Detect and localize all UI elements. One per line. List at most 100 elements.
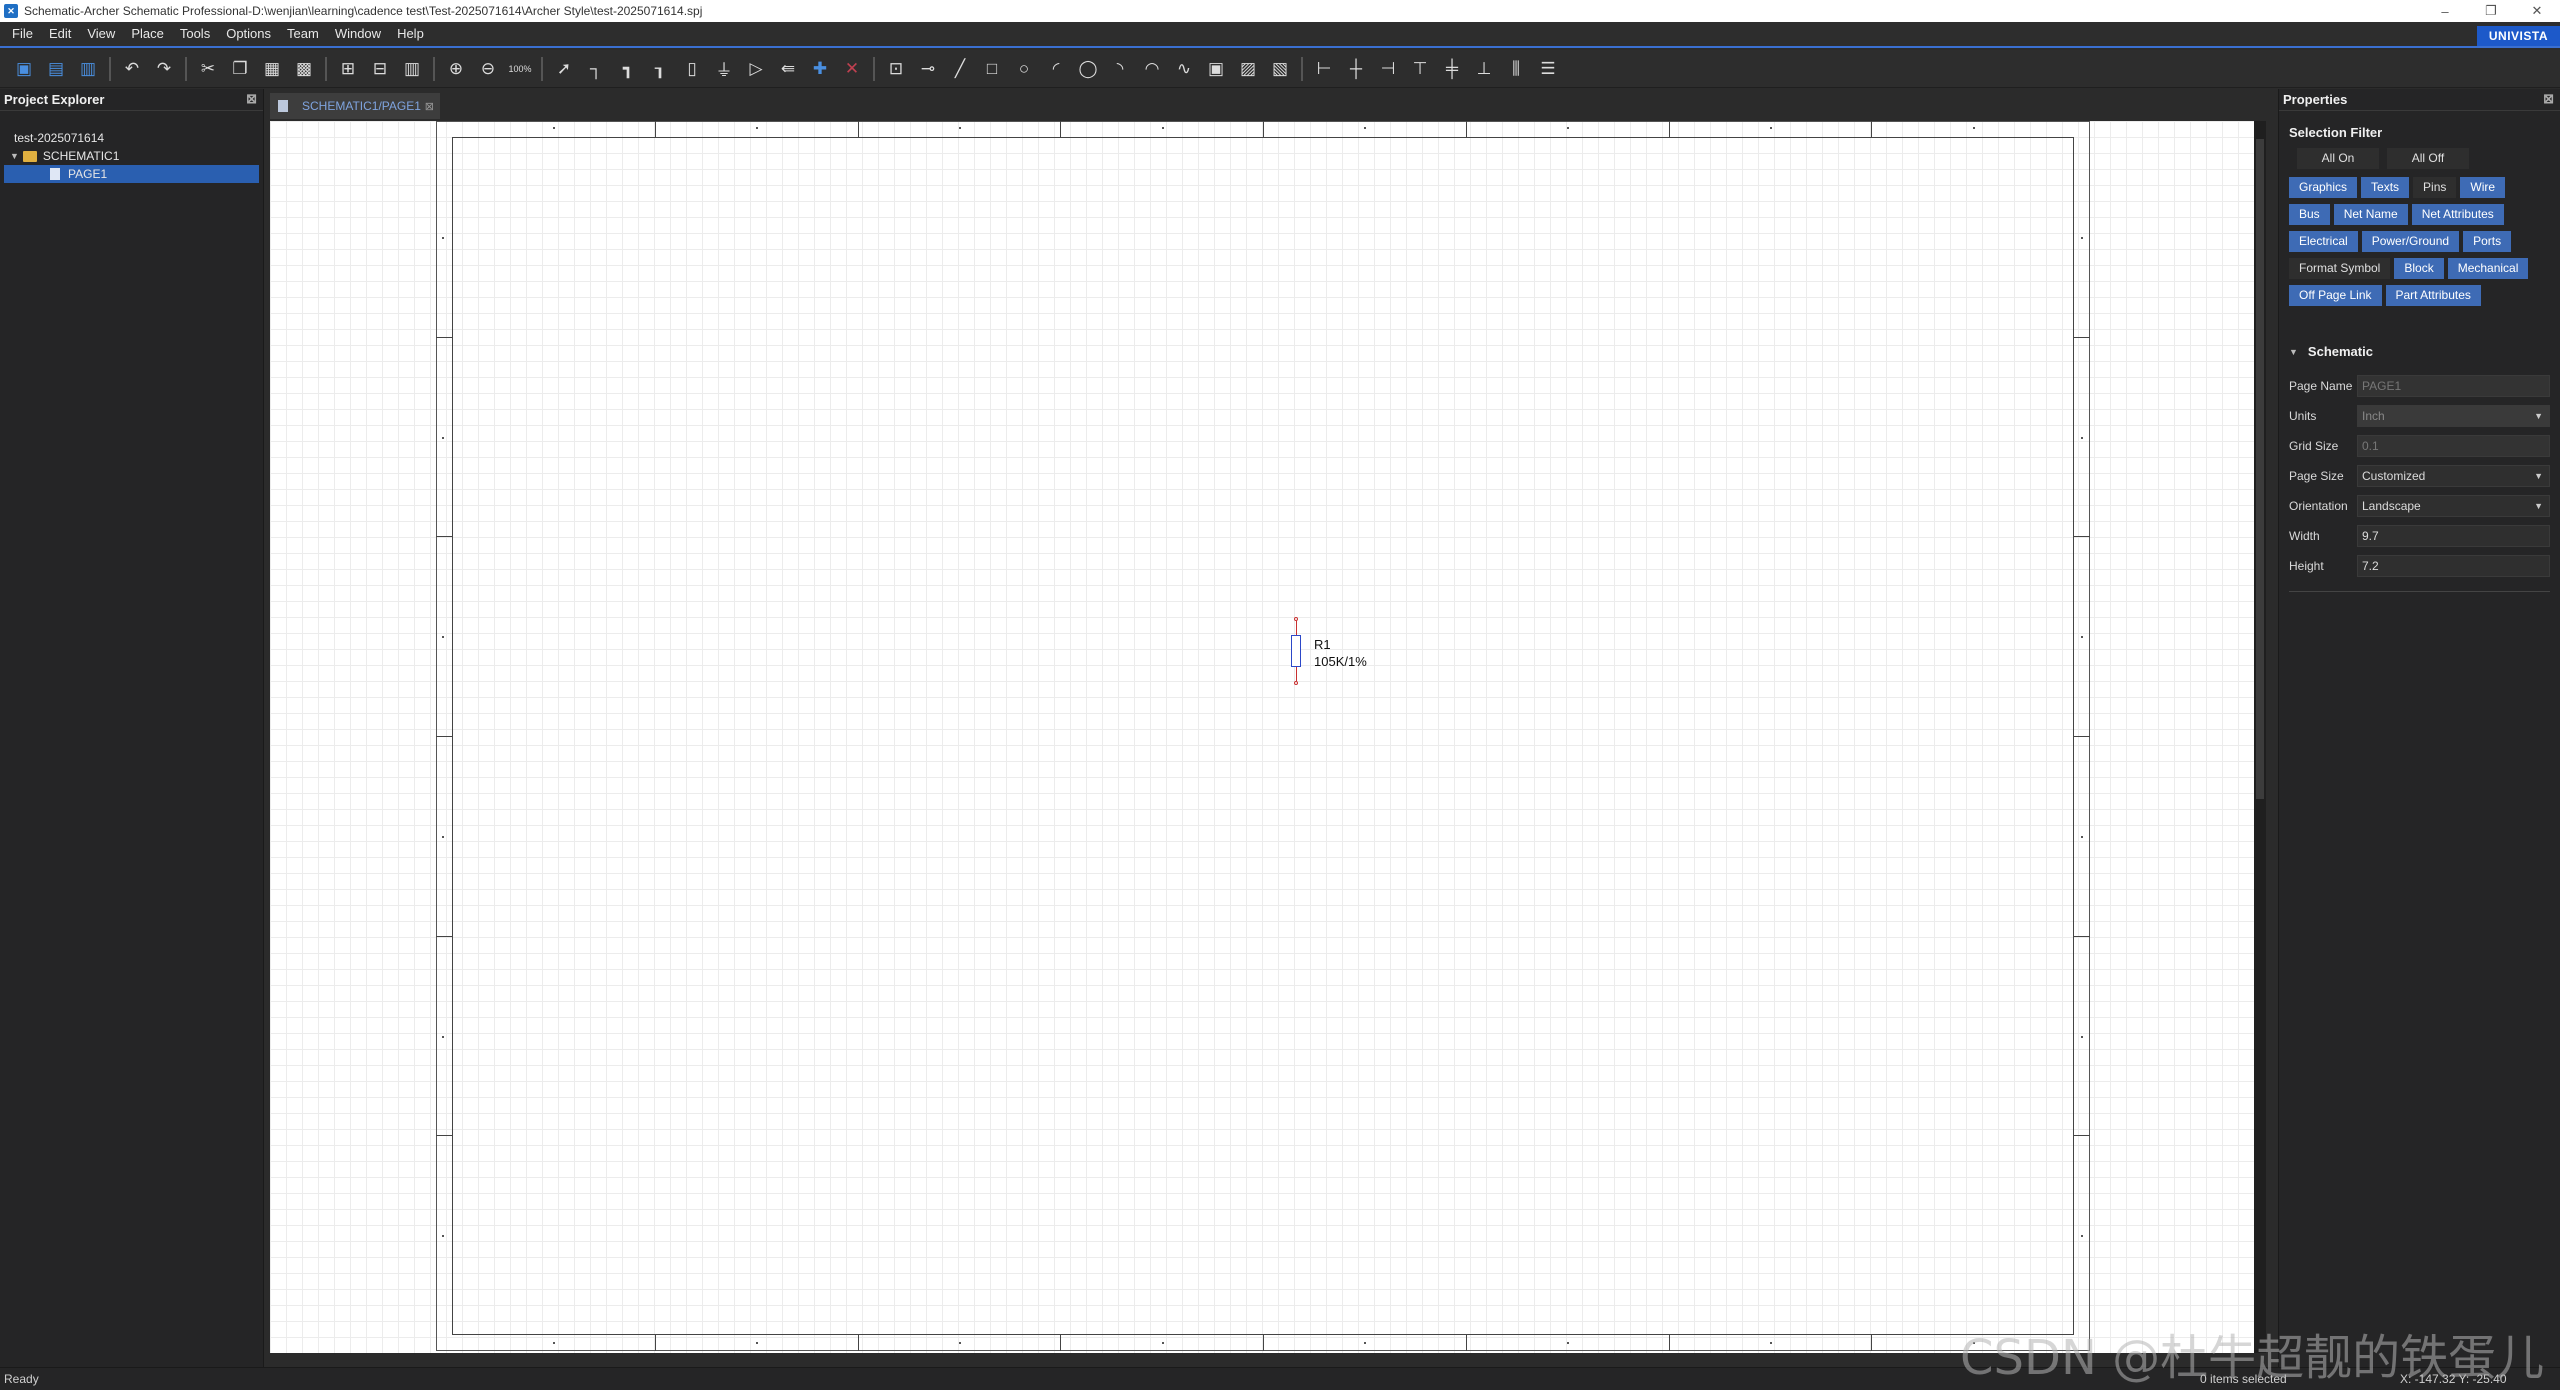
no-connect-icon[interactable]: ✕ bbox=[838, 55, 866, 83]
net-name-icon[interactable]: ⊸ bbox=[914, 55, 942, 83]
schematic-section-header[interactable]: ▼ Schematic bbox=[2289, 344, 2550, 359]
duplicate-icon[interactable]: ▩ bbox=[290, 55, 318, 83]
vertical-scrollbar[interactable] bbox=[2254, 121, 2266, 1353]
zoom-in-icon[interactable]: ⊕ bbox=[442, 55, 470, 83]
save-icon[interactable]: ▥ bbox=[74, 55, 102, 83]
align-center-icon[interactable]: ┼ bbox=[1342, 55, 1370, 83]
distribute-vertical-icon[interactable]: ☰ bbox=[1534, 55, 1562, 83]
width-field[interactable]: 9.7 bbox=[2357, 525, 2550, 547]
resistor-body[interactable] bbox=[1291, 635, 1301, 667]
ground-icon[interactable]: ⏚ bbox=[710, 55, 738, 83]
off-page-icon[interactable]: ⇚ bbox=[774, 55, 802, 83]
snap-grid-icon[interactable]: ⊟ bbox=[366, 55, 394, 83]
menu-file[interactable]: File bbox=[4, 22, 41, 46]
menu-tools[interactable]: Tools bbox=[172, 22, 218, 46]
filter-net-name-button[interactable]: Net Name bbox=[2333, 204, 2408, 225]
menu-edit[interactable]: Edit bbox=[41, 22, 79, 46]
align-bottom-icon[interactable]: ⊥ bbox=[1470, 55, 1498, 83]
junction-icon[interactable]: ✚ bbox=[806, 55, 834, 83]
close-panel-icon[interactable]: ⊠ bbox=[246, 91, 257, 107]
elliptical-arc-icon[interactable]: ◝ bbox=[1106, 55, 1134, 83]
filter-pins-button[interactable]: Pins bbox=[2413, 177, 2457, 198]
resistor-pin-bottom[interactable] bbox=[1294, 681, 1298, 685]
circle-icon[interactable]: ○ bbox=[1010, 55, 1038, 83]
copy-icon[interactable]: ❐ bbox=[226, 55, 254, 83]
new-project-icon[interactable]: ▣ bbox=[10, 55, 38, 83]
arc-icon[interactable]: ◜ bbox=[1042, 55, 1070, 83]
align-left-icon[interactable]: ⊢ bbox=[1310, 55, 1338, 83]
all-on-button[interactable]: All On bbox=[2297, 148, 2379, 169]
tree-item-page[interactable]: PAGE1 bbox=[4, 165, 259, 183]
scrollbar-thumb[interactable] bbox=[2256, 139, 2264, 799]
select-pointer-icon[interactable]: ➚ bbox=[550, 55, 578, 83]
expand-caret-icon[interactable]: ▼ bbox=[10, 151, 19, 161]
menu-place[interactable]: Place bbox=[123, 22, 172, 46]
menu-team[interactable]: Team bbox=[279, 22, 327, 46]
tree-item-schematic[interactable]: ▼ SCHEMATIC1 bbox=[0, 147, 263, 165]
close-panel-icon[interactable]: ⊠ bbox=[2543, 91, 2554, 107]
open-project-icon[interactable]: ▤ bbox=[42, 55, 70, 83]
page-name-field[interactable]: PAGE1 bbox=[2357, 375, 2550, 397]
filter-graphics-button[interactable]: Graphics bbox=[2289, 177, 2358, 198]
align-top-icon[interactable]: ⊤ bbox=[1406, 55, 1434, 83]
menu-view[interactable]: View bbox=[79, 22, 123, 46]
picture-icon[interactable]: ▧ bbox=[1266, 55, 1294, 83]
image-icon[interactable]: ▨ bbox=[1234, 55, 1262, 83]
filter-ports-button[interactable]: Ports bbox=[2463, 231, 2512, 252]
menu-options[interactable]: Options bbox=[218, 22, 279, 46]
component-reference[interactable]: R1 bbox=[1314, 637, 1331, 653]
grid-icon[interactable]: ⊞ bbox=[334, 55, 362, 83]
zoom-out-icon[interactable]: ⊖ bbox=[474, 55, 502, 83]
wire-icon[interactable]: ┐ bbox=[582, 55, 610, 83]
close-icon[interactable]: ✕ bbox=[2514, 0, 2560, 22]
block-icon[interactable]: ⊡ bbox=[882, 55, 910, 83]
filter-electrical-button[interactable]: Electrical bbox=[2289, 231, 2358, 252]
height-field[interactable]: 7.2 bbox=[2357, 555, 2550, 577]
polyline-icon[interactable]: ∿ bbox=[1170, 55, 1198, 83]
close-tab-icon[interactable]: ⊠ bbox=[425, 100, 434, 113]
bus-entry-icon[interactable]: ┒ bbox=[646, 55, 674, 83]
align-middle-icon[interactable]: ╪ bbox=[1438, 55, 1466, 83]
restore-icon[interactable]: ❐ bbox=[2468, 0, 2514, 22]
all-off-button[interactable]: All Off bbox=[2387, 148, 2469, 169]
filter-mechanical-button[interactable]: Mechanical bbox=[2447, 258, 2529, 279]
collapse-caret-icon[interactable]: ▼ bbox=[2289, 347, 2298, 357]
tree-item-project[interactable]: test-2025071614 bbox=[0, 129, 263, 147]
window-title: Schematic-Archer Schematic Professional-… bbox=[24, 4, 703, 18]
minimize-icon[interactable]: – bbox=[2422, 0, 2468, 22]
filter-power-ground-button[interactable]: Power/Ground bbox=[2361, 231, 2460, 252]
filter-off-page-link-button[interactable]: Off Page Link bbox=[2289, 285, 2382, 306]
schematic-canvas[interactable]: R1 105K/1% bbox=[270, 121, 2260, 1353]
distribute-horizontal-icon[interactable]: ⫼ bbox=[1502, 55, 1530, 83]
bus-icon[interactable]: ┓ bbox=[614, 55, 642, 83]
filter-bus-button[interactable]: Bus bbox=[2289, 204, 2330, 225]
paste-icon[interactable]: ▦ bbox=[258, 55, 286, 83]
filter-wire-button[interactable]: Wire bbox=[2460, 177, 2506, 198]
filter-format-symbol-button[interactable]: Format Symbol bbox=[2289, 258, 2391, 279]
port-icon[interactable]: ▷ bbox=[742, 55, 770, 83]
component-value[interactable]: 105K/1% bbox=[1314, 654, 1367, 670]
line-icon[interactable]: ╱ bbox=[946, 55, 974, 83]
menu-help[interactable]: Help bbox=[389, 22, 432, 46]
undo-icon[interactable]: ↶ bbox=[118, 55, 146, 83]
align-right-icon[interactable]: ⊣ bbox=[1374, 55, 1402, 83]
rectangle-icon[interactable]: □ bbox=[978, 55, 1006, 83]
menu-window[interactable]: Window bbox=[327, 22, 389, 46]
tab-schematic-page1[interactable]: SCHEMATIC1/PAGE1 ⊠ bbox=[270, 93, 440, 119]
zoom-100-icon[interactable]: 100% bbox=[506, 55, 534, 83]
units-select[interactable]: Inch ▼ bbox=[2357, 405, 2550, 427]
part-icon[interactable]: ▯ bbox=[678, 55, 706, 83]
filter-part-attributes-button[interactable]: Part Attributes bbox=[2385, 285, 2481, 306]
text-icon[interactable]: ▣ bbox=[1202, 55, 1230, 83]
grid-size-field[interactable]: 0.1 bbox=[2357, 435, 2550, 457]
page-size-select[interactable]: Customized ▼ bbox=[2357, 465, 2550, 487]
filter-block-button[interactable]: Block bbox=[2394, 258, 2444, 279]
filter-net-attributes-button[interactable]: Net Attributes bbox=[2411, 204, 2504, 225]
bezier-icon[interactable]: ◠ bbox=[1138, 55, 1166, 83]
columns-icon[interactable]: ▥ bbox=[398, 55, 426, 83]
cut-icon[interactable]: ✂ bbox=[194, 55, 222, 83]
filter-texts-button[interactable]: Texts bbox=[2361, 177, 2410, 198]
redo-icon[interactable]: ↷ bbox=[150, 55, 178, 83]
orientation-select[interactable]: Landscape ▼ bbox=[2357, 495, 2550, 517]
ellipse-icon[interactable]: ◯ bbox=[1074, 55, 1102, 83]
